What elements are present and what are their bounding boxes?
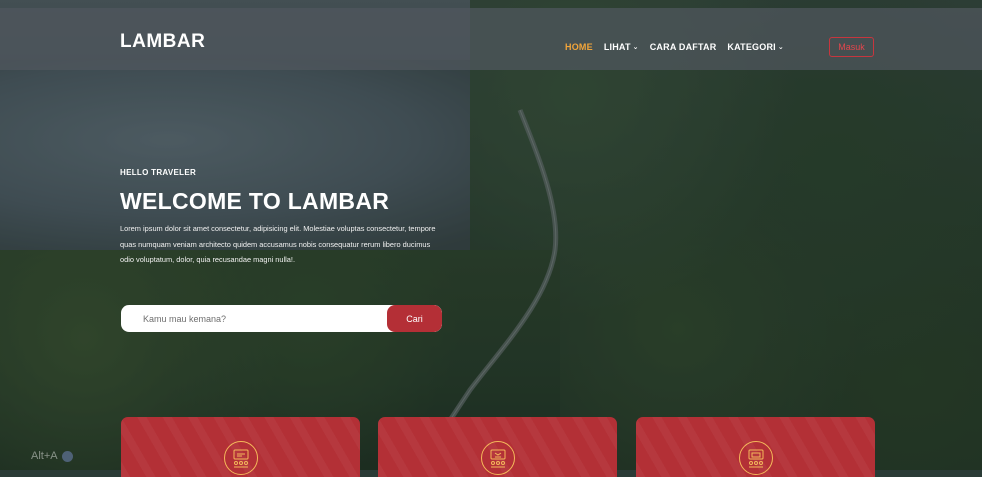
nav-lihat[interactable]: LIHAT ⌄ <box>604 42 639 52</box>
nav-home-label: HOME <box>565 42 593 52</box>
nav-cara-daftar-label: CARA DAFTAR <box>649 42 717 52</box>
feature-card-agency[interactable] <box>636 417 875 477</box>
hero-section: HELLO TRAVELER WELCOME TO LAMBAR Lorem i… <box>120 168 450 268</box>
nav-lihat-label: LIHAT <box>603 42 631 52</box>
nav-kategori[interactable]: KATEGORI ⌄ <box>727 42 784 52</box>
hero-title: WELCOME TO LAMBAR <box>120 188 390 214</box>
login-button[interactable]: Masuk <box>829 37 874 57</box>
chevron-down-icon: ⌄ <box>632 43 639 51</box>
hero-eyebrow: HELLO TRAVELER <box>120 168 197 177</box>
nav-home[interactable]: HOME <box>565 42 593 52</box>
chevron-down-icon: ⌄ <box>777 43 784 51</box>
search-button[interactable]: Cari <box>387 305 442 332</box>
search-bar: Cari <box>121 305 442 332</box>
watermark-text: Alt+A <box>31 450 58 462</box>
nav-kategori-label: KATEGORI <box>727 42 776 52</box>
navbar: LAMBAR HOME LIHAT ⌄ CARA DAFTAR KATEGORI… <box>0 8 982 70</box>
main-nav: HOME LIHAT ⌄ CARA DAFTAR KATEGORI ⌄ <box>565 42 784 52</box>
brand-logo[interactable]: LAMBAR <box>120 31 205 53</box>
feature-card-guide[interactable] <box>378 417 617 477</box>
watermark-icon <box>61 450 73 462</box>
watermark: Alt+A <box>31 450 73 462</box>
feature-card-destination[interactable] <box>121 417 360 477</box>
nav-cara-daftar[interactable]: CARA DAFTAR <box>650 42 717 52</box>
search-input[interactable] <box>121 305 387 332</box>
hero-description: Lorem ipsum dolor sit amet consectetur, … <box>120 224 436 264</box>
